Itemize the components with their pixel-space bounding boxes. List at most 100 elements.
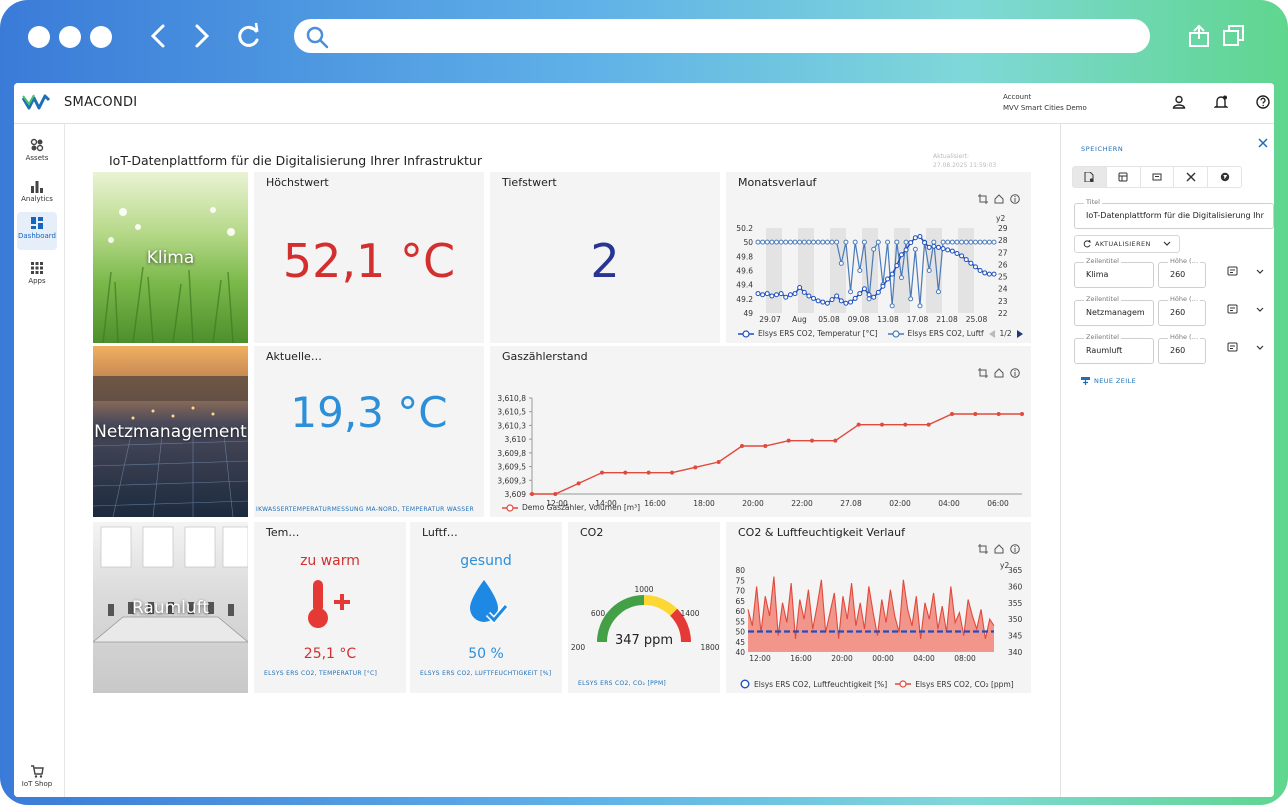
sidebar-item-analytics[interactable]: Analytics [17,175,57,209]
sidebar-item-dashboard[interactable]: Dashboard [17,212,57,250]
humidity-point [774,239,780,245]
home-icon[interactable] [994,368,1004,378]
crop-icon[interactable] [978,194,988,204]
chevron-down-icon [1163,241,1171,246]
x-tick-label: 08:00 [954,654,976,663]
home-icon[interactable] [994,544,1004,554]
sidebar-item-label: Apps [28,277,46,285]
card-tiefstwert[interactable]: Tiefstwert 2 [490,172,720,343]
sidebar-item-apps[interactable]: Apps [17,257,57,291]
next-page-icon[interactable] [1016,329,1024,338]
home-icon[interactable] [994,194,1004,204]
refresh-icon [1083,240,1091,248]
info-icon[interactable] [1010,544,1020,554]
url-bar[interactable] [294,19,1150,53]
row-title-field-2[interactable]: Zeilentitel Netzmanagem [1074,295,1154,326]
back-icon[interactable] [148,22,168,50]
new-row-button[interactable]: NEUE ZEILE [1081,377,1136,385]
user-icon[interactable] [1172,95,1186,109]
save-button[interactable]: SPEICHERN [1081,145,1123,153]
humidity-point [871,246,877,252]
row-widget-select-1[interactable] [1227,264,1267,283]
y-tick-label: 3,609,8 [497,449,526,458]
humidity-point [940,239,946,245]
card-hoechstwert[interactable]: Höchstwert 52,1 °C [254,172,484,343]
y-tick-label: 3,609,5 [497,463,526,472]
temperature-point [774,292,780,298]
row-height-field-3[interactable]: Höhe (… 260 [1158,333,1206,364]
tabs-icon[interactable] [1222,24,1246,48]
tab-text[interactable] [1141,167,1175,187]
title-field[interactable]: Titel IoT-Datenplattform für die Digital… [1074,198,1274,229]
temperature-point [880,283,886,289]
gas-chart[interactable]: 3,609 3,609,3 3,609,5 3,609,8 3,610 3,610,3 3,… [490,380,1031,515]
app-header: SMACONDI Account MVV Smart Cities Demo [14,83,1274,124]
co2-humidity-chart[interactable]: 404550 55606570 7580 340 345 350 355 360 365y2 12… [726,556,1031,691]
prev-page-icon[interactable] [988,329,996,338]
row-title-field-1[interactable]: Zeilentitel Klima [1074,257,1154,288]
temperature-point [949,248,955,254]
row-widget-select-3[interactable] [1227,340,1267,359]
search-icon [306,26,329,49]
card-aktuelle[interactable]: Aktuelle… 19,3 °C IKWASSERTEMPERATURMESS… [254,346,484,517]
temperature-point [829,297,835,303]
tab-layout[interactable] [1107,167,1141,187]
field-value: Klima [1086,270,1109,279]
humidity-point [986,239,992,245]
crop-icon[interactable] [978,368,988,378]
window-minimize-dot[interactable] [59,26,81,48]
tab-page[interactable] [1073,167,1107,187]
window-maximize-dot[interactable] [90,26,112,48]
info-icon[interactable] [1010,194,1020,204]
gauge-tick-label: 1400 [680,609,699,618]
row-widget-select-2[interactable] [1227,302,1267,321]
row-title-field-3[interactable]: Zeilentitel Raumluft [1074,333,1154,364]
row-label: Klima [146,248,195,268]
legend-label: Elsys ERS CO2, CO₂ [ppm] [915,679,1014,689]
window-close-dot[interactable] [28,26,50,48]
legend-marker-gas [502,503,518,512]
row-image-raumluft[interactable]: Raumluft [93,522,248,693]
card-luftfeuchtigkeit[interactable]: Luftf… gesund 50 % ELSYS ERS CO2, LUFTFE… [410,522,562,693]
notification-icon[interactable] [1214,95,1228,109]
humidity-point [760,239,766,245]
humidity-point [935,289,941,295]
x-tick-label: 04:00 [938,499,960,508]
reload-icon[interactable] [236,22,262,50]
crop-icon[interactable] [978,544,988,554]
refresh-button[interactable]: AKTUALISIEREN [1074,235,1180,253]
row-height-field-2[interactable]: Höhe (… 260 [1158,295,1206,326]
card-monatsverlauf[interactable]: Monatsverlauf 49 49.2 49.4 49.6 49.8 50 50.2 22… [726,172,1031,343]
field-value: 260 [1170,346,1186,355]
x-tick-label: 20:00 [831,654,853,663]
config-panel: SPEICHERN Titel IoT-Datenplattform für d… [1060,124,1274,797]
card-temperatur[interactable]: Tem… zu warm 25,1 °C ELSYS ERS CO2, TEMP… [254,522,406,693]
card-gaszaehlerstand[interactable]: Gaszählerstand 3,609 3,609,3 3,609,5 3,609,… [490,346,1031,517]
tab-tools[interactable] [1174,167,1209,187]
help-icon[interactable] [1256,95,1270,109]
humidity-point [866,296,872,302]
sidebar-item-iot-shop[interactable]: IoT Shop [17,760,57,794]
humidity-point [982,239,988,245]
x-tick-label: 21.08 [936,315,958,324]
account-info[interactable]: Account MVV Smart Cities Demo [1003,92,1087,114]
info-icon[interactable] [1010,368,1020,378]
forward-icon[interactable] [192,22,212,50]
share-icon[interactable] [1187,24,1211,48]
close-icon[interactable] [1257,137,1269,149]
humidity-point [908,296,914,302]
row-image-netzmanagement[interactable]: Netzmanagement [93,346,248,517]
temperature-point [982,270,988,276]
sidebar-item-assets[interactable]: Assets [17,134,57,168]
card-co2-luftfeuchtigkeit[interactable]: CO2 & Luftfeuchtigkeit Verlauf 40 45 50 55 6… [726,522,1031,693]
row-height-field-1[interactable]: Höhe (… 260 [1158,257,1206,288]
card-title: Monatsverlauf [738,176,817,189]
row-image-klima[interactable]: Klima [93,172,248,343]
humidity-point [811,239,817,245]
mvv-logo-icon[interactable] [20,90,52,114]
chart-legend: Demo Gaszähler, Volumen [m³] [502,503,640,512]
tab-globe[interactable] [1208,167,1241,187]
monatsverlauf-chart[interactable]: 49 49.2 49.4 49.6 49.8 50 50.2 22 23 24 25 26 27 28 29… [726,206,1031,341]
card-co2[interactable]: CO2 200 600 1000 1400 1800 347 ppm ELSYS ERS … [568,522,720,693]
humidity-point [926,268,932,273]
